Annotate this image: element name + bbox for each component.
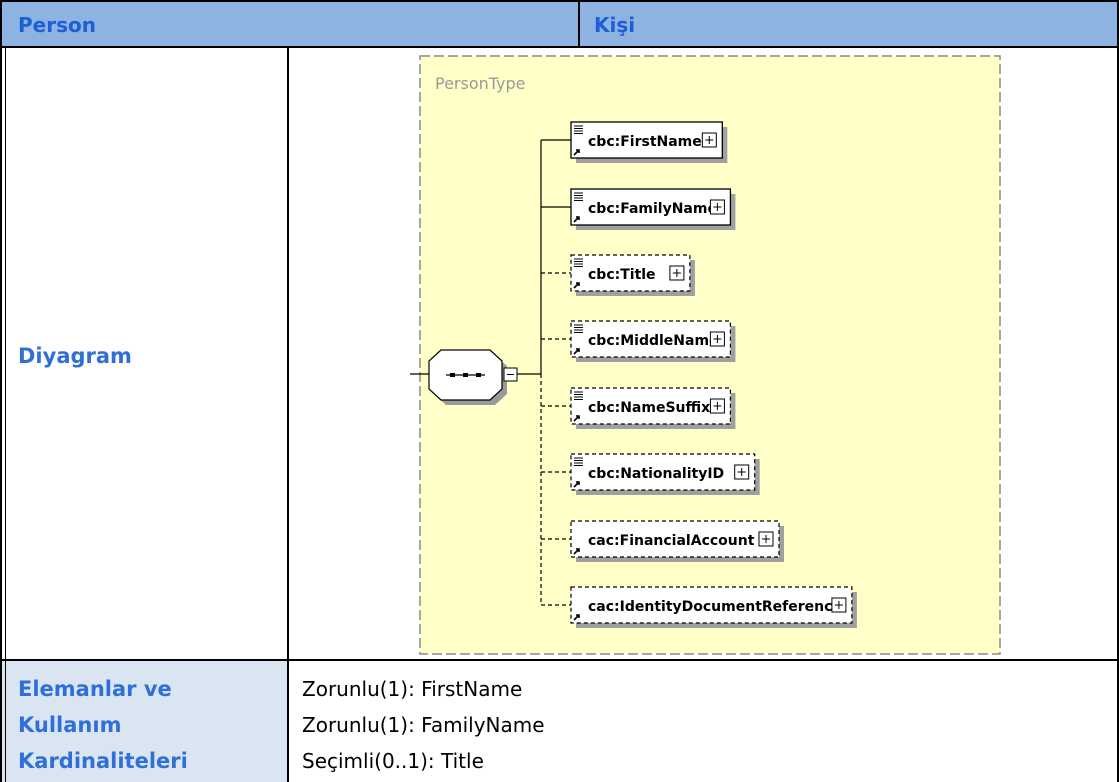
element-box[interactable]: cac:FinancialAccount	[570, 520, 784, 562]
expand-icon[interactable]	[734, 464, 750, 480]
expand-icon[interactable]	[709, 398, 725, 414]
element-name: cbc:FirstName	[588, 134, 702, 150]
expand-icon[interactable]	[758, 531, 774, 547]
element-name: cac:FinancialAccount	[588, 533, 755, 549]
expand-icon[interactable]	[669, 265, 685, 281]
element-box[interactable]: cbc:MiddleName	[570, 320, 736, 362]
collapse-icon[interactable]	[503, 367, 518, 382]
element-box[interactable]: cbc:NameSuffix	[570, 387, 736, 429]
element-box[interactable]: cac:IdentityDocumentReference	[570, 586, 857, 628]
element-name: cbc:FamilyName	[588, 201, 717, 217]
element-name: cbc:NationalityID	[588, 466, 724, 482]
expand-icon[interactable]	[701, 132, 717, 148]
element-name: cbc:NameSuffix	[588, 400, 710, 416]
element-box[interactable]: cbc:Title	[570, 254, 695, 296]
expand-icon[interactable]	[709, 199, 725, 215]
element-name: cbc:MiddleName	[588, 333, 719, 349]
element-box[interactable]: cbc:NationalityID	[570, 453, 760, 495]
sequence-compositor-icon	[428, 349, 507, 405]
expand-icon[interactable]	[709, 331, 725, 347]
element-name: cbc:Title	[588, 267, 656, 283]
element-box[interactable]: cbc:FirstName	[570, 121, 728, 163]
xsd-diagram: PersonType cbc:FirstName cbc:FamilyName cb…	[410, 55, 1001, 655]
complex-type-name: PersonType	[435, 74, 526, 93]
element-name: cac:IdentityDocumentReference	[588, 599, 842, 615]
element-box[interactable]: cbc:FamilyName	[570, 188, 736, 230]
expand-icon[interactable]	[831, 597, 847, 613]
